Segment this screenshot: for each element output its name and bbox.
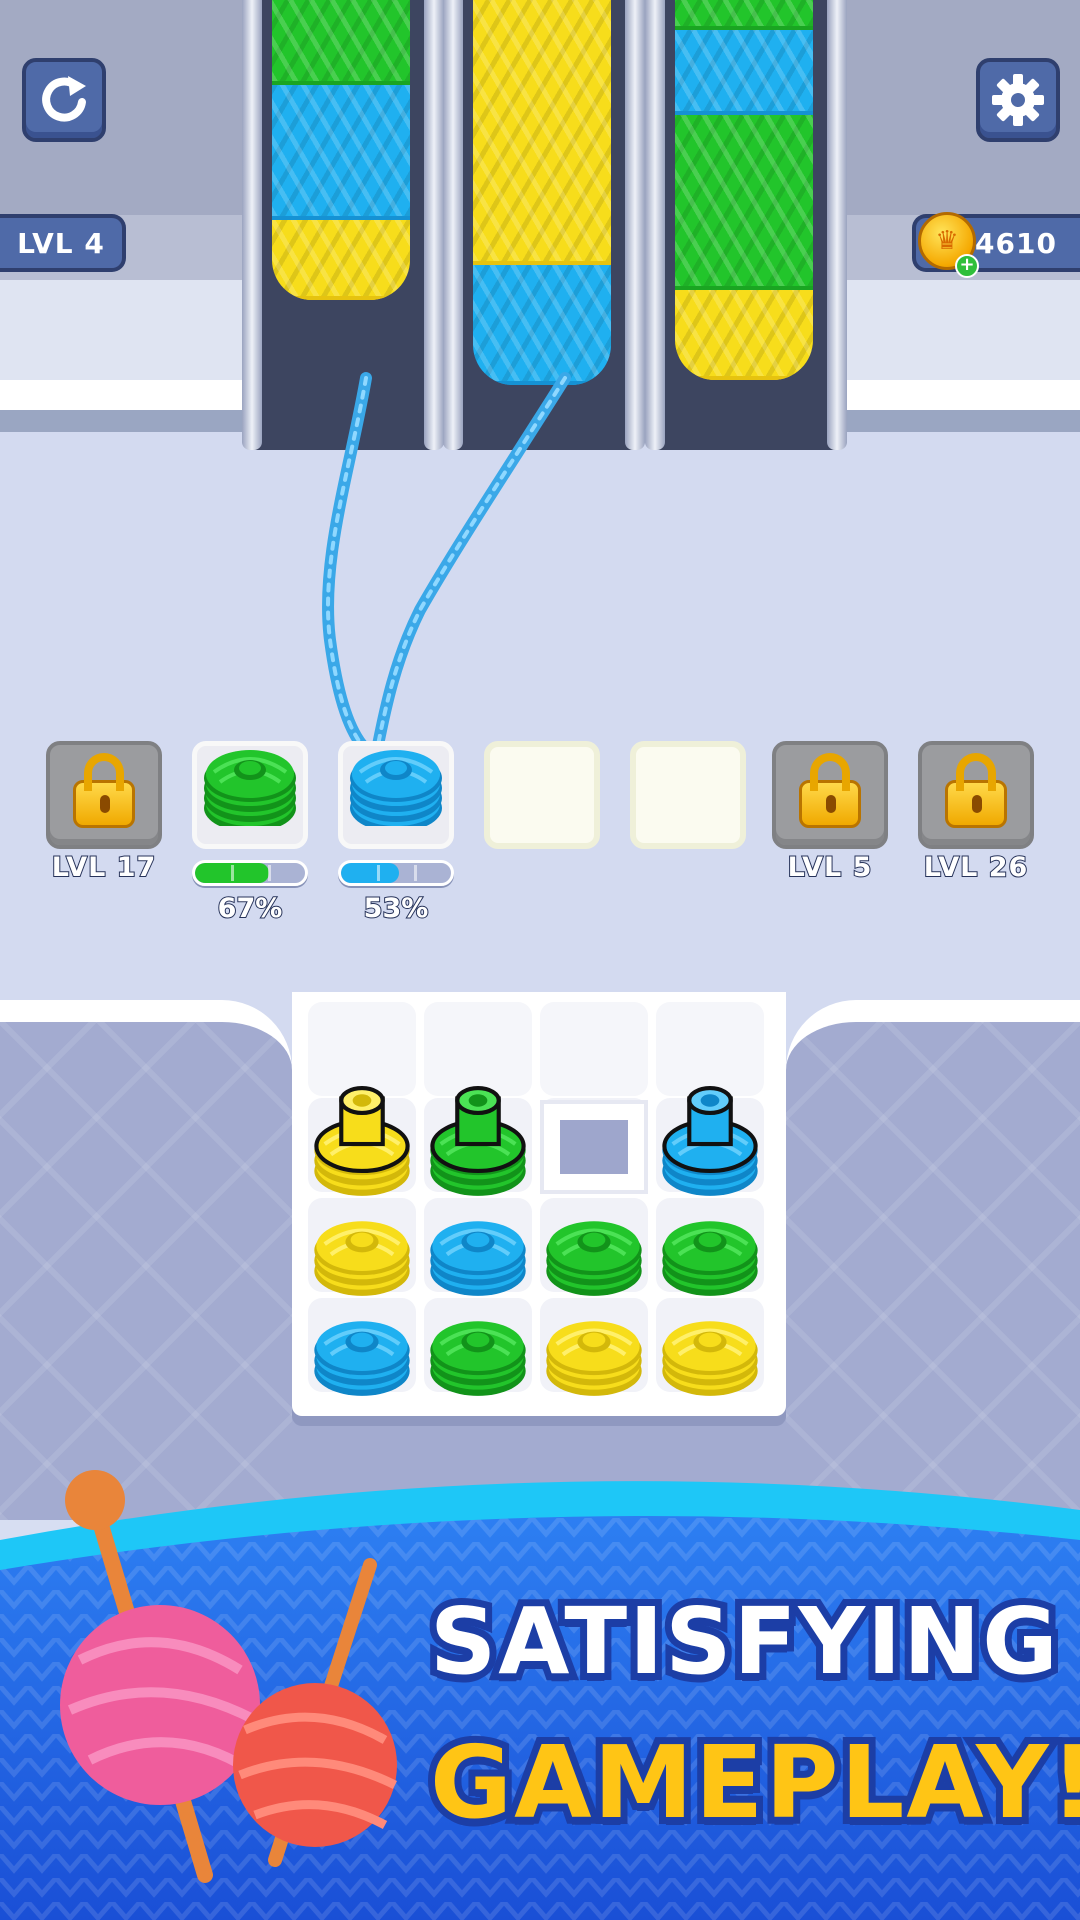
green-spool-icon <box>204 750 296 826</box>
slot-progress-bar <box>192 860 308 886</box>
locked-slot[interactable] <box>46 741 162 849</box>
slot-progress-label: 53% <box>363 892 430 925</box>
progress-divider <box>413 865 417 881</box>
board-cell[interactable] <box>424 1002 532 1096</box>
blue-spool-icon <box>350 750 442 826</box>
yellow-spool-icon[interactable] <box>658 1286 762 1400</box>
green-spool-icon[interactable] <box>426 1286 530 1400</box>
blue-spool-icon[interactable] <box>426 1186 530 1300</box>
promo-banner <box>0 1470 1080 1920</box>
slot-progress-label: 67% <box>217 892 284 925</box>
coin-count: 4610 <box>975 226 1057 260</box>
level-label: LVL 4 <box>17 226 105 260</box>
needle-1-knob <box>65 1470 125 1530</box>
restart-button[interactable] <box>22 58 106 142</box>
green-spool-icon[interactable] <box>542 1186 646 1300</box>
yarn-threads <box>322 372 571 751</box>
yellow-spool-icon[interactable] <box>310 1086 414 1200</box>
board-side-left <box>0 1000 292 1520</box>
banner-headline-line1: SATISFYING <box>423 1581 1065 1702</box>
board-side-right <box>786 1000 1080 1520</box>
green-spool-icon[interactable] <box>658 1186 762 1300</box>
locked-slot[interactable] <box>918 741 1034 849</box>
slot-progress-fill <box>341 863 400 883</box>
gear-icon <box>992 74 1044 126</box>
spool-board <box>292 992 786 1416</box>
add-coins-icon[interactable]: + <box>955 254 979 278</box>
settings-button[interactable] <box>976 58 1060 142</box>
locked-slot[interactable] <box>772 741 888 849</box>
blue-thread-2 <box>372 372 571 751</box>
board-cell[interactable] <box>308 1002 416 1096</box>
banner-headline-line2: GAMEPLAY! <box>423 1717 1080 1848</box>
board-cell[interactable] <box>540 1002 648 1096</box>
lock-icon <box>73 753 135 828</box>
lock-icon <box>945 753 1007 828</box>
slot-unlock-level: LVL 26 <box>923 851 1029 884</box>
blue-spool-icon[interactable] <box>310 1286 414 1400</box>
empty-slot[interactable] <box>630 741 746 849</box>
green-spool-icon[interactable] <box>426 1086 530 1200</box>
progress-divider <box>377 865 381 881</box>
empty-slot[interactable] <box>484 741 600 849</box>
lock-icon <box>799 753 861 828</box>
level-indicator: LVL 4 <box>0 214 126 272</box>
board-hole <box>540 1100 648 1194</box>
yellow-spool-icon[interactable] <box>542 1286 646 1400</box>
board-cell[interactable] <box>656 1002 764 1096</box>
slot-unlock-level: LVL 17 <box>51 851 157 884</box>
slot-progress-bar <box>338 860 454 886</box>
slot-unlock-level: LVL 5 <box>787 851 873 884</box>
restart-icon <box>42 76 86 122</box>
yellow-spool-icon[interactable] <box>310 1186 414 1300</box>
blue-thread-1 <box>322 372 372 751</box>
blue-spool-icon[interactable] <box>658 1086 762 1200</box>
progress-divider <box>267 865 271 881</box>
progress-divider <box>231 865 235 881</box>
